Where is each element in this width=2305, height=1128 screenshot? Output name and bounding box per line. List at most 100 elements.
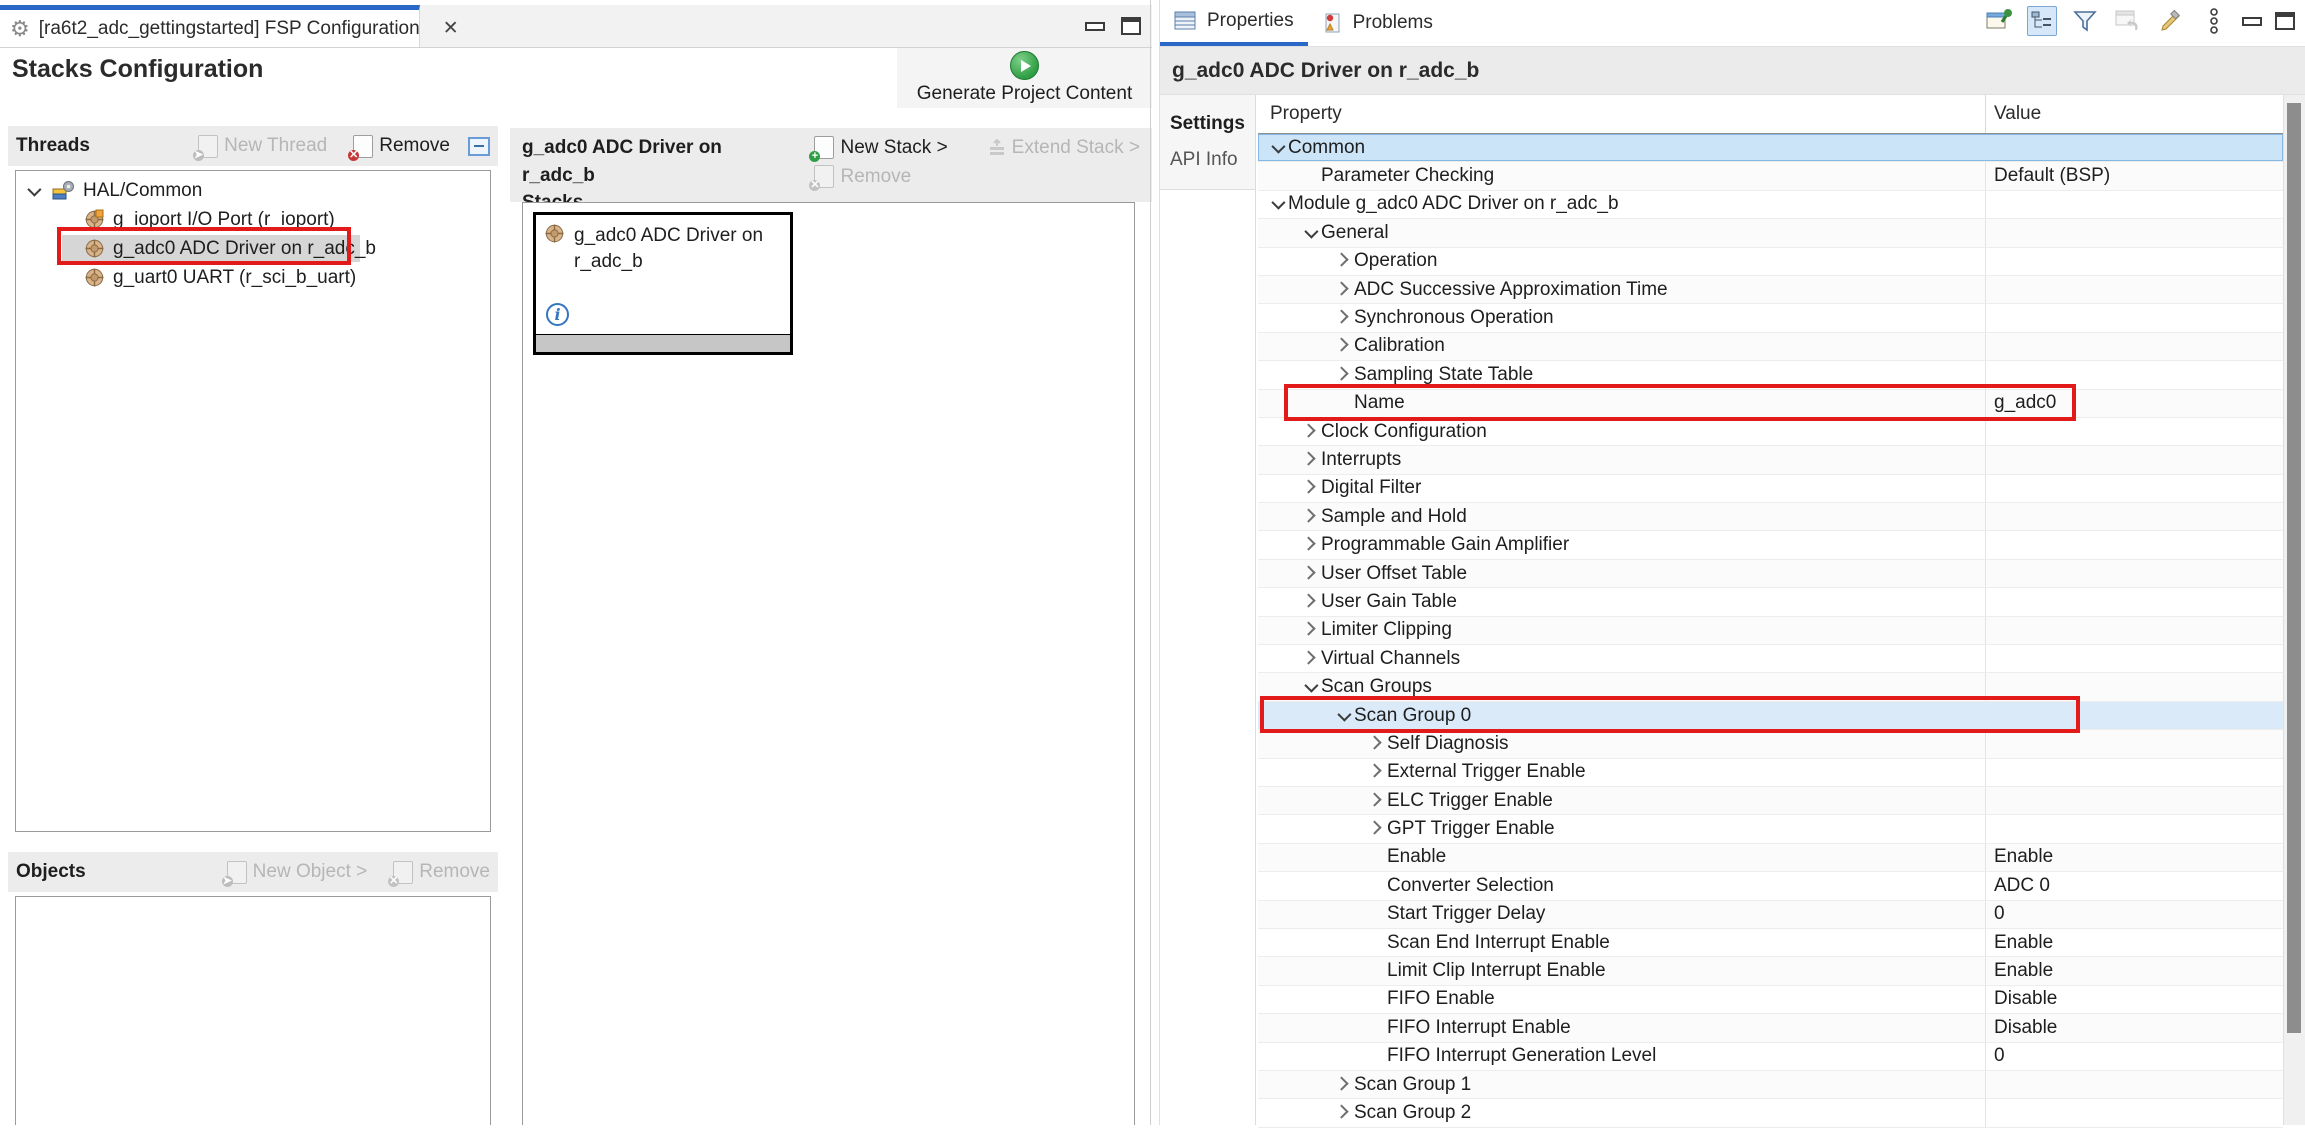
highlight-icon[interactable] — [2156, 6, 2186, 36]
vertical-scrollbar[interactable] — [2283, 95, 2305, 1125]
tab-problems[interactable]: Problems — [1308, 0, 1447, 46]
chevron-right-icon[interactable] — [1332, 1071, 1354, 1098]
property-value[interactable] — [1985, 418, 2283, 445]
property-value[interactable] — [1985, 276, 2283, 303]
sidebar-item-settings[interactable]: Settings — [1170, 113, 1255, 135]
property-row[interactable]: Digital Filter — [1258, 475, 2283, 503]
property-row[interactable]: Calibration — [1258, 333, 2283, 361]
property-value[interactable] — [1985, 730, 2283, 757]
property-value[interactable] — [1985, 815, 2283, 842]
minimize-icon[interactable] — [1085, 22, 1105, 31]
property-row[interactable]: Module g_adc0 ADC Driver on r_adc_b — [1258, 191, 2283, 219]
property-value[interactable]: Disable — [1985, 986, 2283, 1013]
chevron-right-icon[interactable] — [1299, 475, 1321, 502]
info-icon[interactable]: i — [546, 303, 569, 326]
property-row[interactable]: Virtual Channels — [1258, 645, 2283, 673]
remove-stack-button[interactable]: ✕ Remove — [814, 165, 911, 188]
generate-project-content-button[interactable]: Generate Project Content — [897, 48, 1152, 108]
chevron-down-icon[interactable] — [22, 176, 44, 205]
property-row[interactable]: Scan Group 1 — [1258, 1071, 2283, 1099]
property-value[interactable] — [1985, 588, 2283, 615]
property-row[interactable]: Sample and Hold — [1258, 503, 2283, 531]
property-row[interactable]: Programmable Gain Amplifier — [1258, 531, 2283, 559]
chevron-right-icon[interactable] — [1365, 787, 1387, 814]
chevron-down-icon[interactable] — [1332, 702, 1354, 729]
property-row[interactable]: Common — [1258, 134, 2283, 162]
chevron-down-icon[interactable] — [1299, 219, 1321, 246]
chevron-right-icon[interactable] — [1365, 815, 1387, 842]
property-value[interactable]: Enable — [1985, 957, 2283, 984]
property-column-header[interactable]: Property — [1258, 103, 1985, 125]
filter-icon[interactable] — [2070, 6, 2100, 36]
property-row[interactable]: General — [1258, 219, 2283, 247]
value-column-header[interactable]: Value — [1985, 95, 2283, 133]
property-row[interactable]: Scan Group 0 — [1258, 702, 2283, 730]
property-row[interactable]: Scan Group 2 — [1258, 1099, 2283, 1127]
restore-defaults-icon[interactable] — [2113, 6, 2143, 36]
property-value[interactable]: 0 — [1985, 901, 2283, 928]
property-value[interactable] — [1985, 191, 2283, 218]
chevron-down-icon[interactable] — [1266, 134, 1288, 161]
property-value[interactable] — [1985, 645, 2283, 672]
chevron-right-icon[interactable] — [1299, 503, 1321, 530]
property-value[interactable] — [1985, 248, 2283, 275]
new-object-button[interactable]: ➤ New Object > — [227, 861, 368, 884]
chevron-right-icon[interactable] — [1299, 645, 1321, 672]
chevron-right-icon[interactable] — [1299, 531, 1321, 558]
chevron-right-icon[interactable] — [1299, 588, 1321, 615]
chevron-right-icon[interactable] — [1365, 730, 1387, 757]
close-icon[interactable]: ✕ — [443, 17, 459, 40]
property-row[interactable]: Scan Groups — [1258, 673, 2283, 701]
tree-item[interactable]: g_uart0 UART (r_sci_b_uart) — [16, 263, 490, 292]
property-row[interactable]: Sampling State Table — [1258, 361, 2283, 389]
property-row[interactable]: External Trigger Enable — [1258, 759, 2283, 787]
sash-divider[interactable] — [1150, 0, 1151, 1125]
sidebar-item-api-info[interactable]: API Info — [1170, 149, 1255, 171]
maximize-icon[interactable] — [2275, 12, 2295, 30]
property-value[interactable] — [1985, 361, 2283, 388]
property-value[interactable] — [1985, 702, 2283, 729]
property-row[interactable]: GPT Trigger Enable — [1258, 815, 2283, 843]
property-row[interactable]: Nameg_adc0 — [1258, 390, 2283, 418]
property-value[interactable] — [1985, 134, 2283, 161]
property-value[interactable]: g_adc0 — [1985, 390, 2283, 417]
property-value[interactable] — [1985, 531, 2283, 558]
chevron-right-icon[interactable] — [1365, 759, 1387, 786]
property-row[interactable]: Limiter Clipping — [1258, 617, 2283, 645]
remove-object-button[interactable]: ✕ Remove — [393, 861, 490, 884]
extend-stack-button[interactable]: Extend Stack > — [988, 136, 1140, 159]
chevron-right-icon[interactable] — [1299, 418, 1321, 445]
property-value[interactable] — [1985, 787, 2283, 814]
chevron-down-icon[interactable] — [1299, 673, 1321, 700]
property-row[interactable]: Operation — [1258, 248, 2283, 276]
property-row[interactable]: User Gain Table — [1258, 588, 2283, 616]
property-row[interactable]: FIFO Interrupt Generation Level0 — [1258, 1043, 2283, 1071]
tab-fsp-configuration[interactable]: ⚙ [ra6t2_adc_gettingstarted] FSP Configu… — [0, 5, 420, 47]
remove-thread-button[interactable]: ✕ Remove — [353, 135, 450, 158]
property-value[interactable]: Enable — [1985, 929, 2283, 956]
property-row[interactable]: ADC Successive Approximation Time — [1258, 276, 2283, 304]
chevron-right-icon[interactable] — [1299, 617, 1321, 644]
property-value[interactable] — [1985, 759, 2283, 786]
property-value[interactable] — [1985, 219, 2283, 246]
chevron-right-icon[interactable] — [1332, 361, 1354, 388]
property-value[interactable] — [1985, 446, 2283, 473]
property-value[interactable]: 0 — [1985, 1043, 2283, 1070]
chevron-right-icon[interactable] — [1299, 560, 1321, 587]
property-value[interactable] — [1985, 673, 2283, 700]
property-row[interactable]: FIFO EnableDisable — [1258, 986, 2283, 1014]
pin-view-icon[interactable] — [1984, 6, 2014, 36]
property-value[interactable] — [1985, 617, 2283, 644]
property-row[interactable]: Self Diagnosis — [1258, 730, 2283, 758]
maximize-icon[interactable] — [1121, 17, 1141, 35]
property-value[interactable] — [1985, 333, 2283, 360]
property-row[interactable]: Interrupts — [1258, 446, 2283, 474]
property-value[interactable]: Enable — [1985, 844, 2283, 871]
chevron-right-icon[interactable] — [1332, 333, 1354, 360]
property-value[interactable] — [1985, 560, 2283, 587]
collapse-view-icon[interactable] — [468, 137, 490, 156]
chevron-right-icon[interactable] — [1332, 248, 1354, 275]
stack-card-g-adc0[interactable]: g_adc0 ADC Driver on r_adc_b i — [533, 212, 793, 355]
property-value[interactable] — [1985, 503, 2283, 530]
view-menu-icon[interactable] — [2199, 6, 2229, 36]
